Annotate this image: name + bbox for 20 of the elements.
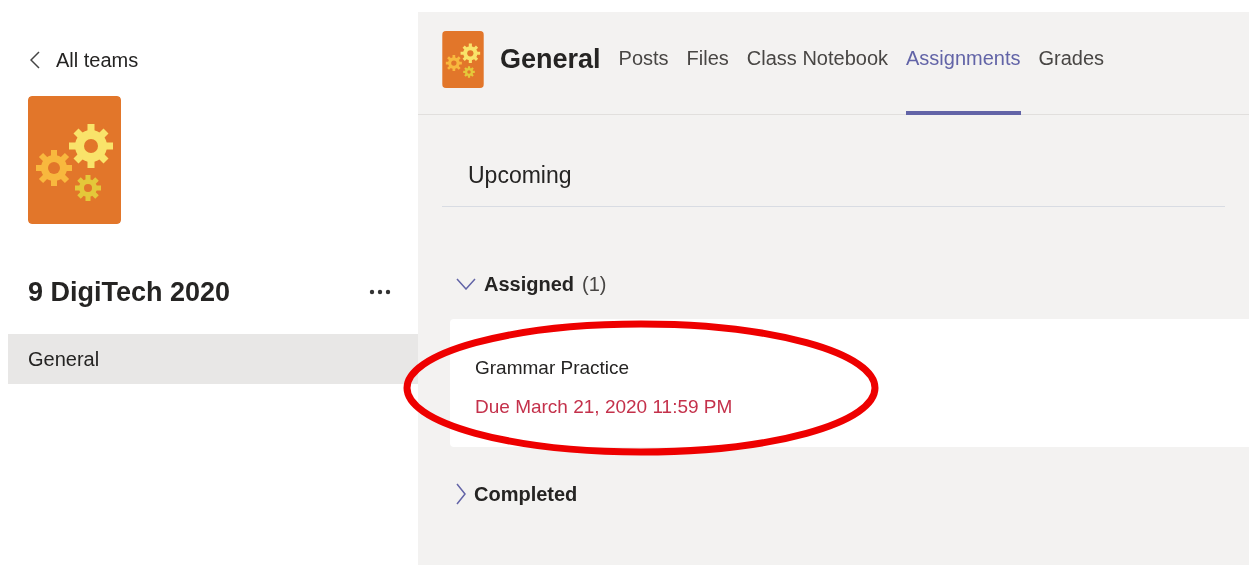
tab[interactable]: Posts <box>618 4 669 115</box>
assignment-card[interactable]: Grammar Practice Due March 21, 2020 11:59 PM <box>450 319 1249 447</box>
channel-item[interactable]: General <box>8 334 418 384</box>
due-date: Due March 21, 2020 11:59 PM <box>475 394 733 419</box>
chevron-right-icon <box>456 483 466 505</box>
group-header[interactable]: Completed <box>456 479 578 509</box>
assignment-title: Grammar Practice <box>475 356 630 380</box>
gears-logo-icon <box>442 30 484 88</box>
group-header[interactable]: Assigned (1) <box>456 269 607 299</box>
gears-logo-icon <box>28 96 121 224</box>
back-link[interactable]: All teams <box>30 46 139 74</box>
view-title: Upcoming <box>467 160 572 190</box>
team-name: 9 DigiTech 2020 <box>28 275 231 309</box>
tab[interactable]: Assignments <box>906 4 1021 115</box>
channel-title: General <box>500 42 601 76</box>
tab[interactable]: Class Notebook <box>746 4 888 115</box>
tab[interactable]: Grades <box>1038 4 1105 115</box>
chevron-down-icon <box>456 278 476 290</box>
chevron-left-icon <box>30 51 40 69</box>
tab[interactable]: Files <box>686 4 729 115</box>
